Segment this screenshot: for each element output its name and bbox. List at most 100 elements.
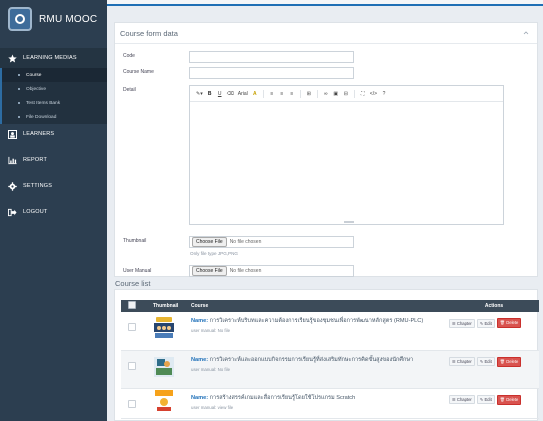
delete-button[interactable]: 🗑 Delete bbox=[496, 356, 522, 367]
choose-file-button[interactable]: Choose File bbox=[192, 237, 227, 247]
sidebar-subitem-course[interactable]: Course bbox=[2, 68, 107, 82]
editor-resize-handle[interactable] bbox=[344, 221, 354, 223]
sidebar-item-learning-medias[interactable]: LEARNING MEDIAS bbox=[0, 48, 107, 68]
underline-button[interactable]: U bbox=[217, 90, 223, 98]
file-status: No file chosen bbox=[229, 239, 262, 245]
file-type-hint: Only file type JPG,PNG bbox=[190, 251, 238, 256]
row-checkbox[interactable] bbox=[128, 361, 136, 370]
brand[interactable]: RMU MOOC bbox=[0, 0, 107, 38]
course-thumbnail bbox=[153, 316, 174, 339]
code-input[interactable] bbox=[189, 51, 354, 63]
picture-button[interactable]: ▣ bbox=[333, 90, 339, 98]
course-name[interactable]: การสร้างสรรค์เกมและสื่อการเรียนรู้โดยใช้… bbox=[210, 395, 356, 401]
font-family-select[interactable]: Arial bbox=[238, 90, 248, 98]
row-checkbox[interactable] bbox=[128, 399, 136, 408]
detail-label: Detail bbox=[123, 87, 136, 93]
user-manual-status: user manual: No file bbox=[191, 366, 231, 372]
sidebar-item-learners[interactable]: LEARNERS bbox=[0, 124, 107, 144]
unordered-list-button[interactable]: ≡ bbox=[269, 90, 275, 98]
edit-button[interactable]: ✎ Edit bbox=[476, 318, 495, 328]
course-name[interactable]: การวิเคราะห์บริบทและความต้องการเรียนรู้ข… bbox=[210, 318, 424, 324]
eraser-icon[interactable]: ⌫ bbox=[227, 90, 234, 98]
sidebar-item-label: SETTINGS bbox=[23, 183, 53, 189]
top-bar bbox=[107, 0, 543, 6]
form-title: Course form data bbox=[120, 29, 178, 38]
chapter-button[interactable]: ☰ Chapter bbox=[449, 318, 475, 328]
list-title: Course list bbox=[115, 279, 151, 288]
fullscreen-button[interactable]: ⛶ bbox=[360, 90, 366, 98]
code-view-button[interactable]: </> bbox=[370, 90, 377, 98]
table-row: Name: การวิเคราะห์บริบทและความต้องการเรี… bbox=[121, 312, 539, 350]
sidebar-submenu: Course Objective Test Items Bank File Do… bbox=[0, 68, 107, 124]
paragraph-button[interactable]: ≡ bbox=[289, 90, 295, 98]
course-name-label: Course Name bbox=[123, 69, 154, 75]
sidebar-subitem-test-items-bank[interactable]: Test Items Bank bbox=[2, 96, 107, 110]
sidebar-item-label: REPORT bbox=[23, 157, 48, 163]
col-thumbnail: Thumbnail bbox=[153, 303, 179, 309]
brand-name: RMU MOOC bbox=[39, 13, 98, 25]
sidebar-item-settings[interactable]: SETTINGS bbox=[0, 176, 107, 196]
row-checkbox[interactable] bbox=[128, 323, 136, 331]
edit-button[interactable]: ✎ Edit bbox=[476, 357, 495, 366]
delete-button[interactable]: 🗑 Delete bbox=[496, 318, 522, 328]
file-status: No file chosen bbox=[229, 268, 262, 274]
sidebar-item-report[interactable]: REPORT bbox=[0, 150, 107, 170]
course-form-card: Course form data Code Course Name Detail… bbox=[114, 22, 538, 277]
star-icon bbox=[8, 53, 17, 63]
row-actions: ☰ Chapter ✎ Edit 🗑 Delete bbox=[449, 356, 539, 367]
name-prefix: Name: bbox=[191, 394, 209, 401]
col-actions: Actions bbox=[484, 303, 504, 309]
row-actions: ☰ Chapter ✎ Edit 🗑 Delete bbox=[449, 318, 539, 328]
sidebar: RMU MOOC LEARNING MEDIAS Course Objectiv… bbox=[0, 0, 107, 421]
course-list-card: Course list Thumbnail Course Actions Nam… bbox=[114, 279, 539, 421]
edit-button[interactable]: ✎ Edit bbox=[476, 395, 495, 404]
sidebar-item-label: LEARNERS bbox=[23, 131, 55, 137]
bar-chart-icon bbox=[8, 156, 17, 165]
sidebar-item-logout[interactable]: LOGOUT bbox=[0, 202, 107, 222]
font-color-button[interactable]: A bbox=[252, 90, 258, 98]
user-manual-label: User Manual bbox=[123, 268, 152, 274]
table-button[interactable]: ⊞ bbox=[306, 90, 312, 98]
thumbnail-file-input[interactable]: Choose File No file chosen bbox=[189, 236, 354, 248]
table-row: Name: การวิเคราะห์และออกแบบกิจกรรมการเรี… bbox=[121, 350, 539, 388]
user-manual-file-input[interactable]: Choose File No file chosen bbox=[189, 265, 354, 277]
ordered-list-button[interactable]: ≡ bbox=[279, 90, 285, 98]
brand-logo-icon bbox=[8, 7, 32, 31]
sidebar-item-label: LEARNING MEDIAS bbox=[23, 55, 77, 61]
gear-icon bbox=[8, 181, 17, 191]
detail-editor[interactable]: ✎▾ B U ⌫ Arial A ≡ ≡ ≡ ⊞ ∞ ▣ ⊟ ⛶ </> ? bbox=[189, 85, 504, 225]
learners-icon bbox=[8, 129, 17, 139]
course-thumbnail bbox=[153, 355, 174, 377]
sidebar-subitem-objective[interactable]: Objective bbox=[2, 82, 107, 96]
thumbnail-label: Thumbnail bbox=[123, 238, 147, 244]
user-manual-status[interactable]: user manual: view file bbox=[191, 405, 449, 410]
course-thumbnail bbox=[153, 389, 173, 411]
delete-button[interactable]: 🗑 Delete bbox=[496, 394, 522, 405]
select-all-checkbox[interactable] bbox=[128, 301, 136, 309]
code-label: Code bbox=[123, 53, 135, 59]
course-name[interactable]: การวิเคราะห์และออกแบบกิจกรรมการเรียนรู้ท… bbox=[210, 357, 414, 363]
help-button[interactable]: ? bbox=[381, 90, 387, 98]
bold-button[interactable]: B bbox=[207, 90, 213, 98]
name-prefix: Name: bbox=[191, 356, 209, 363]
user-manual-status: user manual: No file bbox=[191, 328, 231, 333]
row-actions: ☰ Chapter ✎ Edit 🗑 Delete bbox=[449, 394, 539, 405]
sidebar-subitem-file-download[interactable]: File Download bbox=[2, 110, 107, 124]
course-name-input[interactable] bbox=[189, 67, 354, 79]
col-course: Course bbox=[191, 303, 209, 309]
sidebar-item-label: LOGOUT bbox=[23, 209, 48, 215]
sidebar-menu: LEARNING MEDIAS Course Objective Test It… bbox=[0, 48, 107, 222]
chevron-up-icon[interactable] bbox=[523, 30, 529, 36]
chapter-button[interactable]: ☰ Chapter bbox=[449, 395, 475, 404]
table-row: Name: การสร้างสรรค์เกมและสื่อการเรียนรู้… bbox=[121, 388, 539, 418]
chapter-button[interactable]: ☰ Chapter bbox=[449, 357, 475, 366]
link-button[interactable]: ∞ bbox=[323, 90, 329, 98]
video-button[interactable]: ⊟ bbox=[343, 90, 349, 98]
magic-wand-icon[interactable]: ✎▾ bbox=[196, 90, 203, 98]
name-prefix: Name: bbox=[191, 318, 209, 324]
course-table: Thumbnail Course Actions Name: การวิเครา… bbox=[121, 300, 539, 419]
table-header-row: Thumbnail Course Actions bbox=[121, 300, 539, 312]
choose-file-button[interactable]: Choose File bbox=[192, 266, 227, 276]
editor-toolbar: ✎▾ B U ⌫ Arial A ≡ ≡ ≡ ⊞ ∞ ▣ ⊟ ⛶ </> ? bbox=[190, 86, 503, 102]
logout-icon bbox=[8, 208, 17, 217]
